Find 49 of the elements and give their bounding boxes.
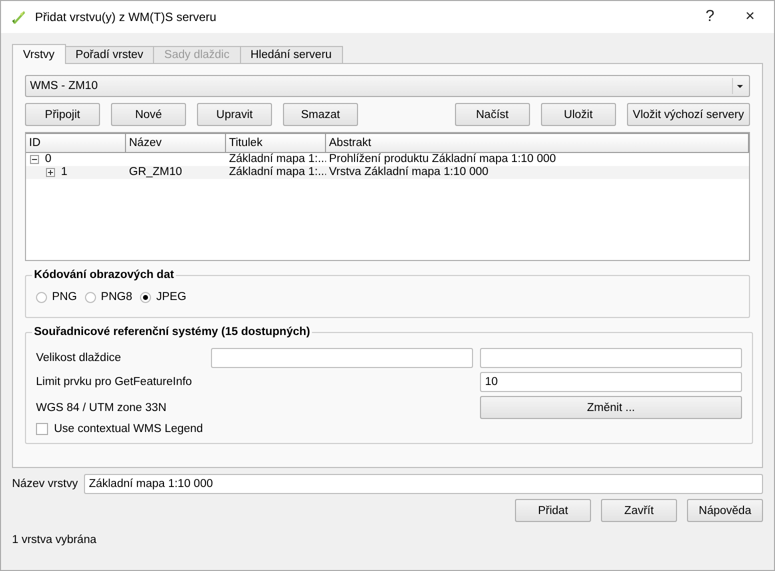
server-dropdown[interactable]: WMS - ZM10 <box>25 75 750 97</box>
group-title: Souřadnicové referenční systémy (15 dostupných) <box>33 326 312 338</box>
server-button[interactable]: Nové <box>111 103 186 126</box>
table-cell: 0 <box>45 153 52 166</box>
field-label: Velikost dlaždice <box>36 352 122 364</box>
table-cell: Vrstva Základní mapa 1:10 000 <box>329 166 488 179</box>
field-label: Limit prvku pro GetFeatureInfo <box>36 376 193 388</box>
radio-label: PNG <box>52 291 77 303</box>
table-cell: GR_ZM10 <box>129 166 182 179</box>
tab[interactable]: Vrstvy <box>12 44 66 64</box>
tile-height-field[interactable] <box>480 348 742 368</box>
server-button[interactable]: Vložit výchozí servery <box>626 103 750 126</box>
expand-icon[interactable] <box>46 168 55 177</box>
layer-name-field[interactable]: Základní mapa 1:10 000 <box>84 474 763 494</box>
checkbox-label: Use contextual WMS Legend <box>54 423 203 435</box>
change-crs-button[interactable]: Změnit ... <box>480 396 742 419</box>
close-button[interactable]: × <box>734 3 766 31</box>
radio-label: JPEG <box>156 291 186 303</box>
column-header[interactable]: Abstrakt <box>326 133 749 153</box>
table-cell: 1 <box>61 166 68 179</box>
feature-limit-field[interactable]: 10 <box>480 372 742 392</box>
tab[interactable]: Pořadí vrstev <box>64 46 154 63</box>
column-header[interactable]: Název <box>126 133 226 153</box>
dialog-button[interactable]: Přidat <box>515 499 591 522</box>
server-button[interactable]: Smazat <box>283 103 358 126</box>
radio-label: PNG8 <box>100 291 132 303</box>
radio-button[interactable] <box>140 292 152 302</box>
field-label: Název vrstvy <box>12 478 78 490</box>
crs-label: WGS 84 / UTM zone 33N <box>36 402 168 414</box>
tile-width-field[interactable] <box>211 348 473 368</box>
help-button[interactable]: ? <box>694 3 726 31</box>
radio-button[interactable] <box>36 292 47 302</box>
window-title: Přidat vrstvu(y) z WM(T)S serveru <box>35 10 218 24</box>
table-cell: Prohlížení produktu Základní mapa 1:10 000 <box>329 153 556 166</box>
server-button[interactable]: Uložit <box>540 103 616 126</box>
dialog-button[interactable]: Zavřít <box>601 499 677 522</box>
column-header[interactable]: Titulek <box>226 133 326 153</box>
server-button[interactable]: Připojit <box>25 103 100 126</box>
radio-button[interactable] <box>84 292 96 302</box>
group-title: Kódování obrazových dat <box>33 269 175 281</box>
server-button[interactable]: Upravit <box>197 103 272 126</box>
dialog-button[interactable]: Nápověda <box>687 499 763 522</box>
tab[interactable]: Hledání serveru <box>240 46 343 63</box>
app-logo-icon <box>11 9 27 25</box>
status-text: 1 vrstva vybrána <box>12 534 96 546</box>
collapse-icon[interactable] <box>30 155 39 164</box>
column-header[interactable]: ID <box>26 133 126 153</box>
checkbox[interactable] <box>36 423 48 435</box>
server-button[interactable]: Načíst <box>454 103 530 126</box>
